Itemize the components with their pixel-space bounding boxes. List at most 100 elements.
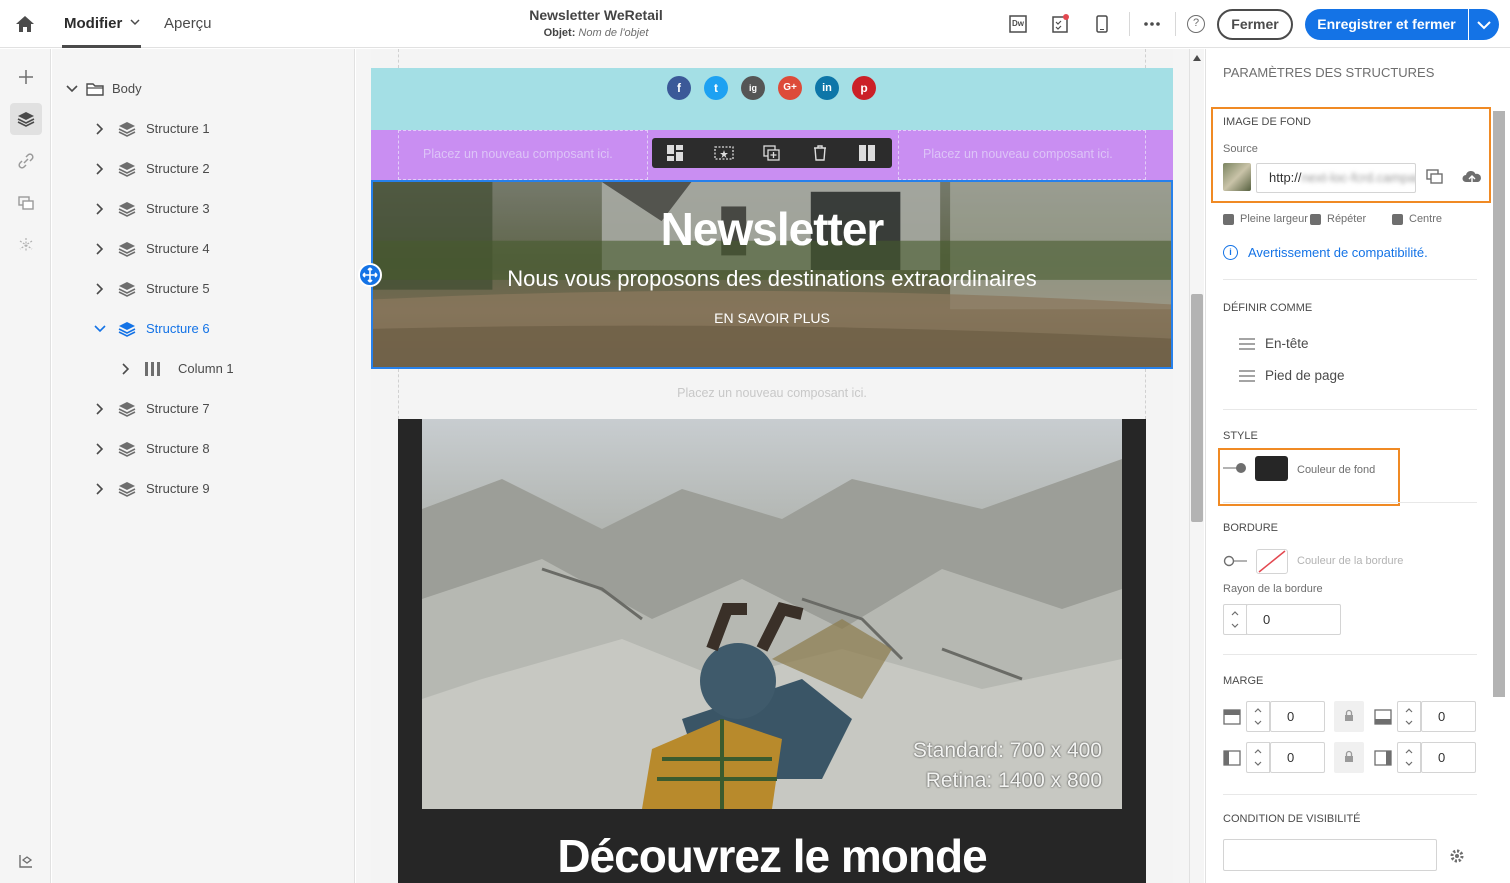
margin-right-input[interactable]: 0 bbox=[1421, 742, 1476, 773]
close-button[interactable]: Fermer bbox=[1217, 9, 1293, 40]
facebook-icon[interactable]: f bbox=[667, 76, 691, 100]
assets-button[interactable] bbox=[10, 187, 42, 219]
margin-lock-vertical[interactable] bbox=[1334, 701, 1364, 732]
tree-item-structure[interactable]: Structure 4 bbox=[94, 237, 342, 261]
dark-structure[interactable]: Standard: 700 x 400 Retina: 1400 x 800 D… bbox=[398, 419, 1146, 883]
pinterest-icon[interactable]: p bbox=[852, 76, 876, 100]
checkbox-full-width[interactable] bbox=[1223, 214, 1234, 225]
tree-item-structure[interactable]: Structure 7 bbox=[94, 397, 342, 421]
toolbar-divider bbox=[1175, 12, 1176, 36]
margin-bottom-input[interactable]: 0 bbox=[1421, 701, 1476, 732]
border-toggle[interactable] bbox=[1223, 555, 1247, 567]
tree-item-structure[interactable]: Structure 5 bbox=[94, 277, 342, 301]
chevron-right-icon[interactable] bbox=[120, 363, 132, 375]
chevron-right-icon[interactable] bbox=[94, 483, 106, 495]
grid-icon[interactable] bbox=[667, 145, 683, 161]
bg-color-swatch[interactable] bbox=[1255, 456, 1288, 481]
scroll-up-icon[interactable] bbox=[1193, 55, 1201, 61]
hero-cta-link[interactable]: EN SAVOIR PLUS bbox=[373, 310, 1171, 326]
source-url-input[interactable]: http://next-loc-fcrd.campaign bbox=[1256, 163, 1416, 193]
columns-icon[interactable] bbox=[859, 145, 875, 161]
header-icon[interactable] bbox=[1239, 338, 1255, 350]
dreamweaver-icon[interactable]: Dw bbox=[1008, 14, 1028, 34]
border-color-swatch[interactable] bbox=[1256, 549, 1288, 574]
more-icon[interactable] bbox=[1142, 14, 1162, 34]
chevron-right-icon[interactable] bbox=[94, 203, 106, 215]
personalization-button[interactable] bbox=[10, 229, 42, 261]
checklist-alert-icon[interactable] bbox=[1050, 14, 1070, 34]
tree-item-structure[interactable]: Structure 8 bbox=[94, 437, 342, 461]
margin-right-stepper[interactable] bbox=[1397, 742, 1421, 773]
twitter-icon[interactable]: t bbox=[704, 76, 728, 100]
structure-layers-icon bbox=[118, 322, 136, 337]
hero-structure-selected[interactable]: Newsletter Nous vous proposons des desti… bbox=[371, 180, 1173, 369]
bg-color-toggle[interactable] bbox=[1223, 462, 1247, 474]
links-button[interactable] bbox=[10, 145, 42, 177]
hiker-photo[interactable]: Standard: 700 x 400 Retina: 1400 x 800 bbox=[422, 419, 1122, 809]
margin-top-stepper[interactable] bbox=[1246, 701, 1270, 732]
google-plus-icon[interactable]: G+ bbox=[778, 76, 802, 100]
chevron-right-icon[interactable] bbox=[94, 163, 106, 175]
trash-icon[interactable] bbox=[812, 145, 828, 161]
upload-cloud-icon[interactable] bbox=[1462, 169, 1482, 185]
save-options-dropdown[interactable] bbox=[1469, 9, 1499, 40]
asset-picker-icon[interactable] bbox=[1426, 169, 1444, 185]
instagram-icon[interactable]: ig bbox=[741, 76, 765, 100]
margin-left-stepper[interactable] bbox=[1246, 742, 1270, 773]
settings-rail-button[interactable] bbox=[10, 845, 42, 877]
border-radius-stepper[interactable] bbox=[1223, 604, 1247, 635]
define-as-header[interactable]: En-tête bbox=[1265, 336, 1309, 351]
column-icon bbox=[145, 362, 160, 376]
margin-top-input[interactable]: 0 bbox=[1270, 701, 1325, 732]
drop-zone[interactable]: Placez un nouveau composant ici. bbox=[398, 369, 1146, 419]
mobile-preview-icon[interactable] bbox=[1092, 14, 1112, 34]
compatibility-warning-link[interactable]: Avertissement de compatibilité. bbox=[1248, 245, 1428, 260]
border-radius-input[interactable]: 0 bbox=[1246, 604, 1341, 635]
add-component-button[interactable] bbox=[10, 61, 42, 93]
margin-lock-horizontal[interactable] bbox=[1334, 742, 1364, 773]
tree-item-column[interactable]: Column 1 bbox=[120, 357, 342, 381]
margin-bottom-stepper[interactable] bbox=[1397, 701, 1421, 732]
properties-panel: PARAMÈTRES DES STRUCTURES IMAGE DE FOND … bbox=[1205, 49, 1510, 883]
home-icon[interactable] bbox=[14, 13, 36, 35]
move-handle-icon[interactable] bbox=[358, 263, 382, 287]
chevron-down-icon[interactable] bbox=[94, 323, 106, 335]
canvas-scrollbar[interactable] bbox=[1189, 49, 1204, 883]
save-and-close-button[interactable]: Enregistrer et fermer bbox=[1305, 9, 1468, 40]
define-as-footer[interactable]: Pied de page bbox=[1265, 368, 1345, 383]
chevron-right-icon[interactable] bbox=[94, 123, 106, 135]
chevron-right-icon[interactable] bbox=[94, 243, 106, 255]
fragment-icon[interactable] bbox=[714, 145, 734, 161]
stepper-arrows-icon bbox=[1231, 611, 1239, 628]
tab-modifier[interactable]: Modifier bbox=[64, 15, 122, 32]
tree-item-structure[interactable]: Structure 1 bbox=[94, 117, 342, 141]
tree-item-structure[interactable]: Structure 3 bbox=[94, 197, 342, 221]
gear-icon[interactable] bbox=[1448, 847, 1466, 865]
chevron-right-icon[interactable] bbox=[94, 443, 106, 455]
section-define-as: DÉFINIR COMME bbox=[1223, 302, 1313, 314]
tree-item-structure[interactable]: Structure 9 bbox=[94, 477, 342, 501]
margin-left-input[interactable]: 0 bbox=[1270, 742, 1325, 773]
chevron-right-icon[interactable] bbox=[94, 403, 106, 415]
tree-root-body[interactable]: Body bbox=[64, 77, 344, 101]
linkedin-icon[interactable]: in bbox=[815, 76, 839, 100]
footer-icon[interactable] bbox=[1239, 370, 1255, 382]
panel-scrollbar[interactable] bbox=[1493, 99, 1505, 883]
layers-button[interactable] bbox=[10, 103, 42, 135]
tree-item-structure[interactable]: Structure 6 bbox=[94, 317, 342, 341]
duplicate-icon[interactable] bbox=[763, 145, 781, 161]
checkbox-repeat[interactable] bbox=[1310, 214, 1321, 225]
help-icon[interactable]: ? bbox=[1187, 15, 1205, 33]
tab-apercu[interactable]: Aperçu bbox=[164, 15, 212, 32]
tree-item-structure[interactable]: Structure 2 bbox=[94, 157, 342, 181]
visibility-condition-input[interactable] bbox=[1223, 839, 1437, 871]
chevron-down-icon[interactable] bbox=[66, 83, 78, 95]
document-subject[interactable]: Objet: Nom de l'objet bbox=[480, 27, 712, 39]
scrollbar-thumb[interactable] bbox=[1191, 294, 1203, 522]
structure-layers-icon bbox=[118, 282, 136, 297]
chevron-down-icon[interactable] bbox=[130, 17, 140, 27]
checkbox-center[interactable] bbox=[1392, 214, 1403, 225]
panel-scrollbar-thumb[interactable] bbox=[1493, 111, 1505, 697]
email-canvas[interactable]: f t ig G+ in p Placez un nouveau composa… bbox=[356, 49, 1189, 883]
chevron-right-icon[interactable] bbox=[94, 283, 106, 295]
